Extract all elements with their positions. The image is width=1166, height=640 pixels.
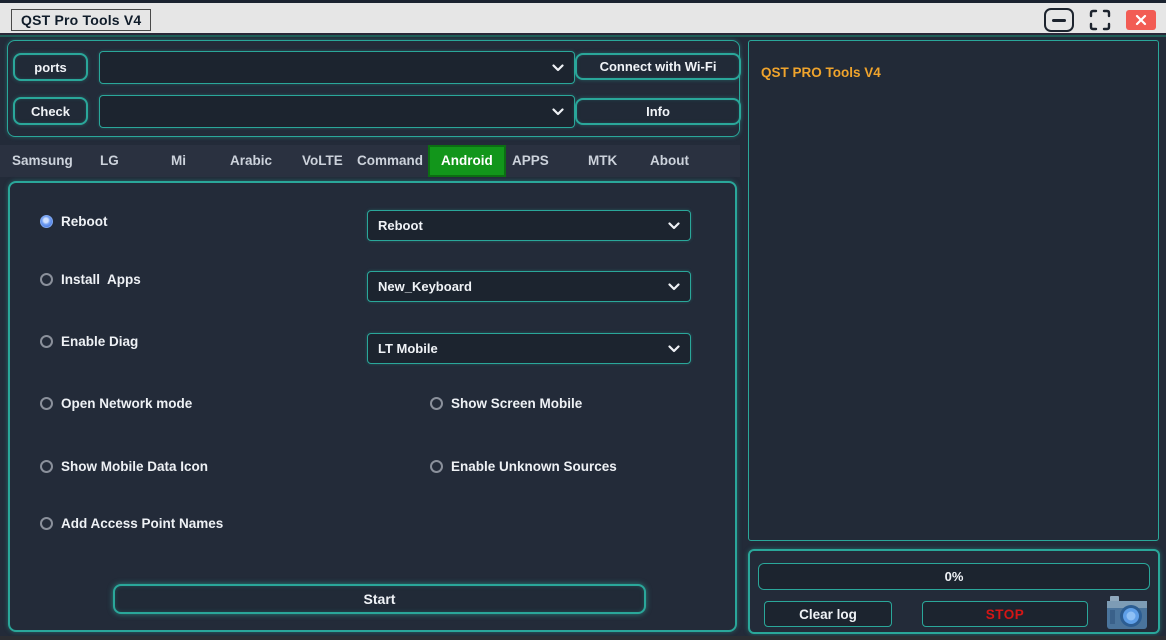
android-panel: Reboot Reboot Install Apps New_Keyboard … bbox=[8, 181, 737, 632]
tab-mtk[interactable]: MTK bbox=[588, 145, 617, 177]
option-show-screen-mobile[interactable]: Show Screen Mobile bbox=[430, 395, 582, 411]
titlebar: QST Pro Tools V4 bbox=[0, 0, 1166, 33]
app-window: QST Pro Tools V4 ports Connect with Wi-F… bbox=[0, 0, 1166, 640]
radio-icon bbox=[40, 397, 53, 410]
option-reboot[interactable]: Reboot bbox=[40, 213, 108, 229]
window-border-strip bbox=[0, 33, 1166, 38]
minimize-icon bbox=[1052, 19, 1066, 22]
radio-icon bbox=[430, 397, 443, 410]
port-select[interactable] bbox=[99, 51, 575, 84]
maximize-icon[interactable] bbox=[1088, 8, 1112, 32]
info-button[interactable]: Info bbox=[575, 98, 741, 125]
chevron-down-icon bbox=[552, 108, 564, 116]
chevron-down-icon bbox=[552, 64, 564, 72]
minimize-button[interactable] bbox=[1044, 8, 1074, 32]
diag-carrier-select[interactable]: LT Mobile bbox=[367, 333, 691, 364]
radio-icon bbox=[40, 335, 53, 348]
close-icon bbox=[1135, 14, 1147, 26]
tab-samsung[interactable]: Samsung bbox=[12, 145, 73, 177]
radio-icon bbox=[40, 460, 53, 473]
chevron-down-icon bbox=[668, 283, 680, 291]
log-area[interactable]: QST PRO Tools V4 bbox=[748, 40, 1159, 541]
radio-icon bbox=[430, 460, 443, 473]
radio-selected-icon bbox=[40, 215, 53, 228]
chevron-down-icon bbox=[668, 345, 680, 353]
option-enable-diag[interactable]: Enable Diag bbox=[40, 333, 138, 349]
option-add-apn[interactable]: Add Access Point Names bbox=[40, 515, 223, 531]
log-header: QST PRO Tools V4 bbox=[761, 65, 881, 80]
close-button[interactable] bbox=[1126, 10, 1156, 30]
window-title: QST Pro Tools V4 bbox=[11, 9, 151, 31]
chevron-down-icon bbox=[668, 222, 680, 230]
tab-lg[interactable]: LG bbox=[100, 145, 119, 177]
start-button[interactable]: Start bbox=[113, 584, 646, 614]
ports-button[interactable]: ports bbox=[13, 53, 88, 81]
window-bottom-edge bbox=[0, 636, 1166, 640]
tab-about[interactable]: About bbox=[650, 145, 689, 177]
connection-group: ports Connect with Wi-Fi Check Info bbox=[7, 40, 740, 137]
option-open-network-mode[interactable]: Open Network mode bbox=[40, 395, 192, 411]
reboot-mode-select[interactable]: Reboot bbox=[367, 210, 691, 241]
option-enable-unknown-sources[interactable]: Enable Unknown Sources bbox=[430, 458, 617, 474]
option-show-mobile-data-icon[interactable]: Show Mobile Data Icon bbox=[40, 458, 208, 474]
tab-volte[interactable]: VoLTE bbox=[302, 145, 343, 177]
tab-arabic[interactable]: Arabic bbox=[230, 145, 272, 177]
progress-value: 0% bbox=[945, 569, 964, 584]
install-app-select[interactable]: New_Keyboard bbox=[367, 271, 691, 302]
radio-icon bbox=[40, 517, 53, 530]
tab-command[interactable]: Command bbox=[357, 145, 423, 177]
tab-mi[interactable]: Mi bbox=[171, 145, 186, 177]
tab-bar: Samsung LG Mi Arabic VoLTE Command Andro… bbox=[0, 145, 740, 177]
option-install-apps[interactable]: Install Apps bbox=[40, 271, 141, 287]
connect-wifi-button[interactable]: Connect with Wi-Fi bbox=[575, 53, 741, 80]
model-select[interactable] bbox=[99, 95, 575, 128]
camera-icon[interactable] bbox=[1106, 595, 1148, 631]
progress-group: 0% Clear log STOP bbox=[748, 549, 1160, 634]
tab-apps[interactable]: APPS bbox=[512, 145, 549, 177]
progress-bar: 0% bbox=[758, 563, 1150, 590]
radio-icon bbox=[40, 273, 53, 286]
clear-log-button[interactable]: Clear log bbox=[764, 601, 892, 627]
stop-button[interactable]: STOP bbox=[922, 601, 1088, 627]
check-button[interactable]: Check bbox=[13, 97, 88, 125]
tab-android[interactable]: Android bbox=[428, 145, 506, 177]
